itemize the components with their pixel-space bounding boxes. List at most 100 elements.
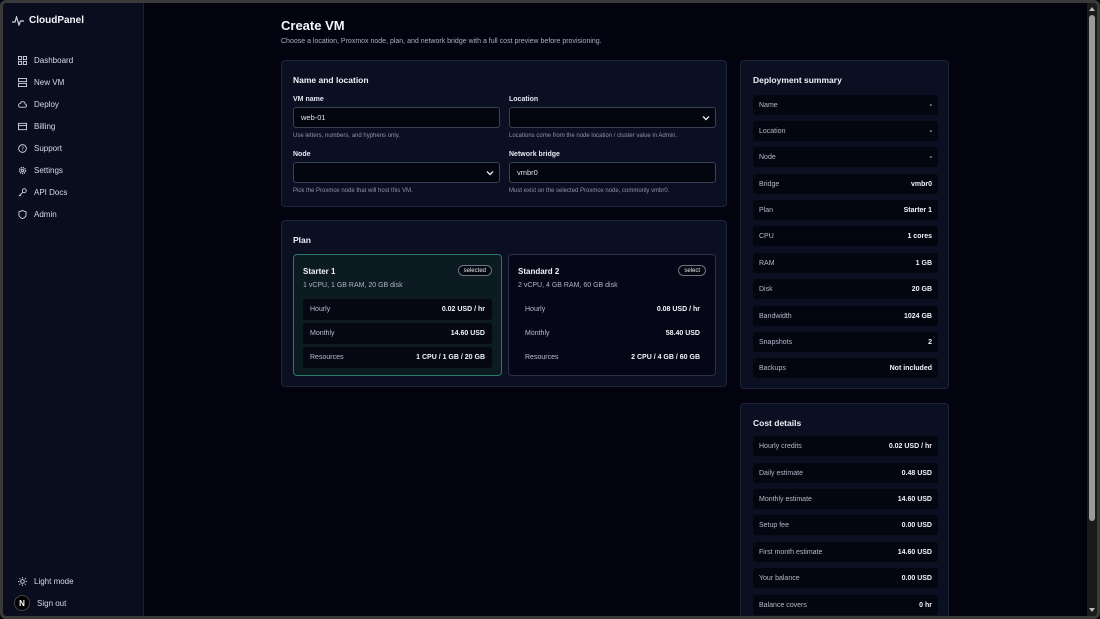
- row-value: 14.60 USD: [897, 495, 932, 503]
- cost-row: Monthly estimate 14.60 USD: [753, 489, 938, 509]
- row-value: 0.00 USD: [901, 574, 932, 582]
- sidebar-item-dashboard[interactable]: Dashboard: [18, 49, 73, 71]
- scroll-up-arrow-icon[interactable]: [1089, 7, 1095, 11]
- page-subtitle: Choose a location, Proxmox node, plan, a…: [281, 38, 602, 45]
- bridge-hint: Must exist on the selected Proxmox node,…: [509, 188, 670, 194]
- row-value: 0 hr: [919, 601, 932, 609]
- row-key: Resources: [525, 354, 559, 361]
- row-key: Monthly: [525, 330, 550, 337]
- plan-desc: 2 vCPU, 4 GB RAM, 60 GB disk: [518, 282, 618, 289]
- plan-row: Resources 1 CPU / 1 GB / 20 GB: [303, 347, 492, 368]
- sidebar-item-admin[interactable]: Admin: [18, 203, 73, 225]
- card-title: Plan: [293, 235, 311, 245]
- row-value: 0.02 USD / hr: [888, 442, 932, 450]
- plan-option-starter-1[interactable]: Starter 1 selected 1 vCPU, 1 GB RAM, 20 …: [293, 254, 502, 376]
- row-value: 1 GB: [915, 259, 932, 267]
- row-key: Daily estimate: [759, 469, 803, 477]
- key-icon: [18, 187, 27, 196]
- cost-row: Daily estimate 0.48 USD: [753, 463, 938, 483]
- sidebar-item-label: Settings: [34, 165, 63, 175]
- summary-row: Name -: [753, 95, 938, 115]
- row-value: -: [929, 101, 932, 109]
- vm-name-input[interactable]: web-01: [293, 107, 500, 128]
- sidebar-item-support[interactable]: ? Support: [18, 137, 73, 159]
- row-value: 2 CPU / 4 GB / 60 GB: [631, 354, 700, 361]
- vm-name-label: VM name: [293, 96, 324, 103]
- scroll-down-arrow-icon[interactable]: [1089, 608, 1095, 612]
- plan-badge[interactable]: selected: [457, 265, 492, 276]
- row-key: Node: [759, 153, 776, 161]
- plan-row: Resources 2 CPU / 4 GB / 60 GB: [518, 347, 707, 368]
- plan-option-standard-2[interactable]: Standard 2 select 2 vCPU, 4 GB RAM, 60 G…: [508, 254, 716, 376]
- row-key: Bandwidth: [759, 312, 792, 320]
- location-select[interactable]: [509, 107, 716, 128]
- row-value: 0.00 USD: [901, 521, 932, 529]
- sidebar-item-label: API Docs: [34, 187, 68, 197]
- row-value: 58.40 USD: [665, 330, 700, 337]
- summary-row: Bridge vmbr0: [753, 174, 938, 194]
- summary-row: Bandwidth 1024 GB: [753, 306, 938, 326]
- light-mode-toggle[interactable]: Light mode: [18, 570, 74, 592]
- sign-out-label: Sign out: [37, 598, 67, 608]
- sidebar-item-api-docs[interactable]: API Docs: [18, 181, 73, 203]
- row-key: Disk: [759, 285, 773, 293]
- cloud-icon: [18, 100, 27, 108]
- row-value: 20 GB: [911, 285, 932, 293]
- sidebar-nav: Dashboard New VM Deploy Billing ? Suppor…: [18, 49, 73, 225]
- sign-out-button[interactable]: N Sign out: [14, 592, 74, 614]
- sidebar-item-label: New VM: [34, 77, 65, 87]
- sidebar-item-billing[interactable]: Billing: [18, 115, 73, 137]
- cost-row: Setup fee 0.00 USD: [753, 515, 938, 535]
- plan-row: Monthly 14.60 USD: [303, 323, 492, 344]
- row-value: 0.08 USD / hr: [656, 306, 700, 313]
- sun-icon: [18, 576, 27, 586]
- row-value: Not included: [889, 364, 932, 372]
- cost-row: Your balance 0.00 USD: [753, 568, 938, 588]
- sidebar-item-label: Dashboard: [34, 55, 74, 65]
- summary-row: Node -: [753, 147, 938, 167]
- summary-row: Disk 20 GB: [753, 279, 938, 299]
- row-value: 2: [928, 338, 932, 346]
- sidebar-item-deploy[interactable]: Deploy: [18, 93, 73, 115]
- plan-desc: 1 vCPU, 1 GB RAM, 20 GB disk: [303, 282, 403, 289]
- chevron-down-icon: [486, 171, 494, 176]
- sidebar-item-new-vm[interactable]: New VM: [18, 71, 73, 93]
- row-value: 14.60 USD: [450, 330, 485, 337]
- page-scrollbar[interactable]: [1087, 3, 1097, 616]
- sidebar-item-label: Admin: [34, 209, 57, 219]
- sidebar-item-label: Deploy: [34, 99, 59, 109]
- sidebar-item-settings[interactable]: Settings: [18, 159, 73, 181]
- summary-row: Plan Starter 1: [753, 200, 938, 220]
- card-title: Name and location: [293, 75, 369, 85]
- row-key: Monthly: [310, 330, 335, 337]
- row-key: First month estimate: [759, 548, 823, 556]
- row-value: 0.02 USD / hr: [441, 306, 485, 313]
- row-value: 1 CPU / 1 GB / 20 GB: [416, 354, 485, 361]
- vm-name-hint: Use letters, numbers, and hyphens only.: [293, 133, 400, 139]
- grid-icon: [18, 55, 27, 65]
- card-title: Cost details: [753, 418, 802, 428]
- brand[interactable]: CloudPanel: [12, 15, 84, 26]
- svg-text:?: ?: [21, 146, 24, 152]
- plan-name: Starter 1: [303, 267, 336, 276]
- summary-row: Location -: [753, 121, 938, 141]
- row-key: Snapshots: [759, 338, 793, 346]
- row-key: Backups: [759, 364, 786, 372]
- plan-row: Monthly 58.40 USD: [518, 323, 707, 344]
- sidebar: CloudPanel Dashboard New VM Deploy Billi…: [3, 3, 144, 616]
- avatar: N: [14, 595, 30, 611]
- plan-badge[interactable]: select: [678, 265, 706, 276]
- row-value: 1 cores: [907, 232, 932, 240]
- node-label: Node: [293, 151, 311, 158]
- row-key: Monthly estimate: [759, 495, 812, 503]
- row-value: -: [929, 127, 932, 135]
- row-key: Resources: [310, 354, 344, 361]
- cost-row: Balance covers 0 hr: [753, 595, 938, 615]
- row-key: Hourly: [525, 306, 546, 313]
- scroll-thumb[interactable]: [1089, 15, 1095, 521]
- row-key: CPU: [759, 232, 774, 240]
- chevron-down-icon: [702, 116, 710, 121]
- location-hint: Locations come from the node location / …: [509, 133, 678, 139]
- bridge-input[interactable]: vmbr0: [509, 162, 716, 183]
- node-select[interactable]: [293, 162, 500, 183]
